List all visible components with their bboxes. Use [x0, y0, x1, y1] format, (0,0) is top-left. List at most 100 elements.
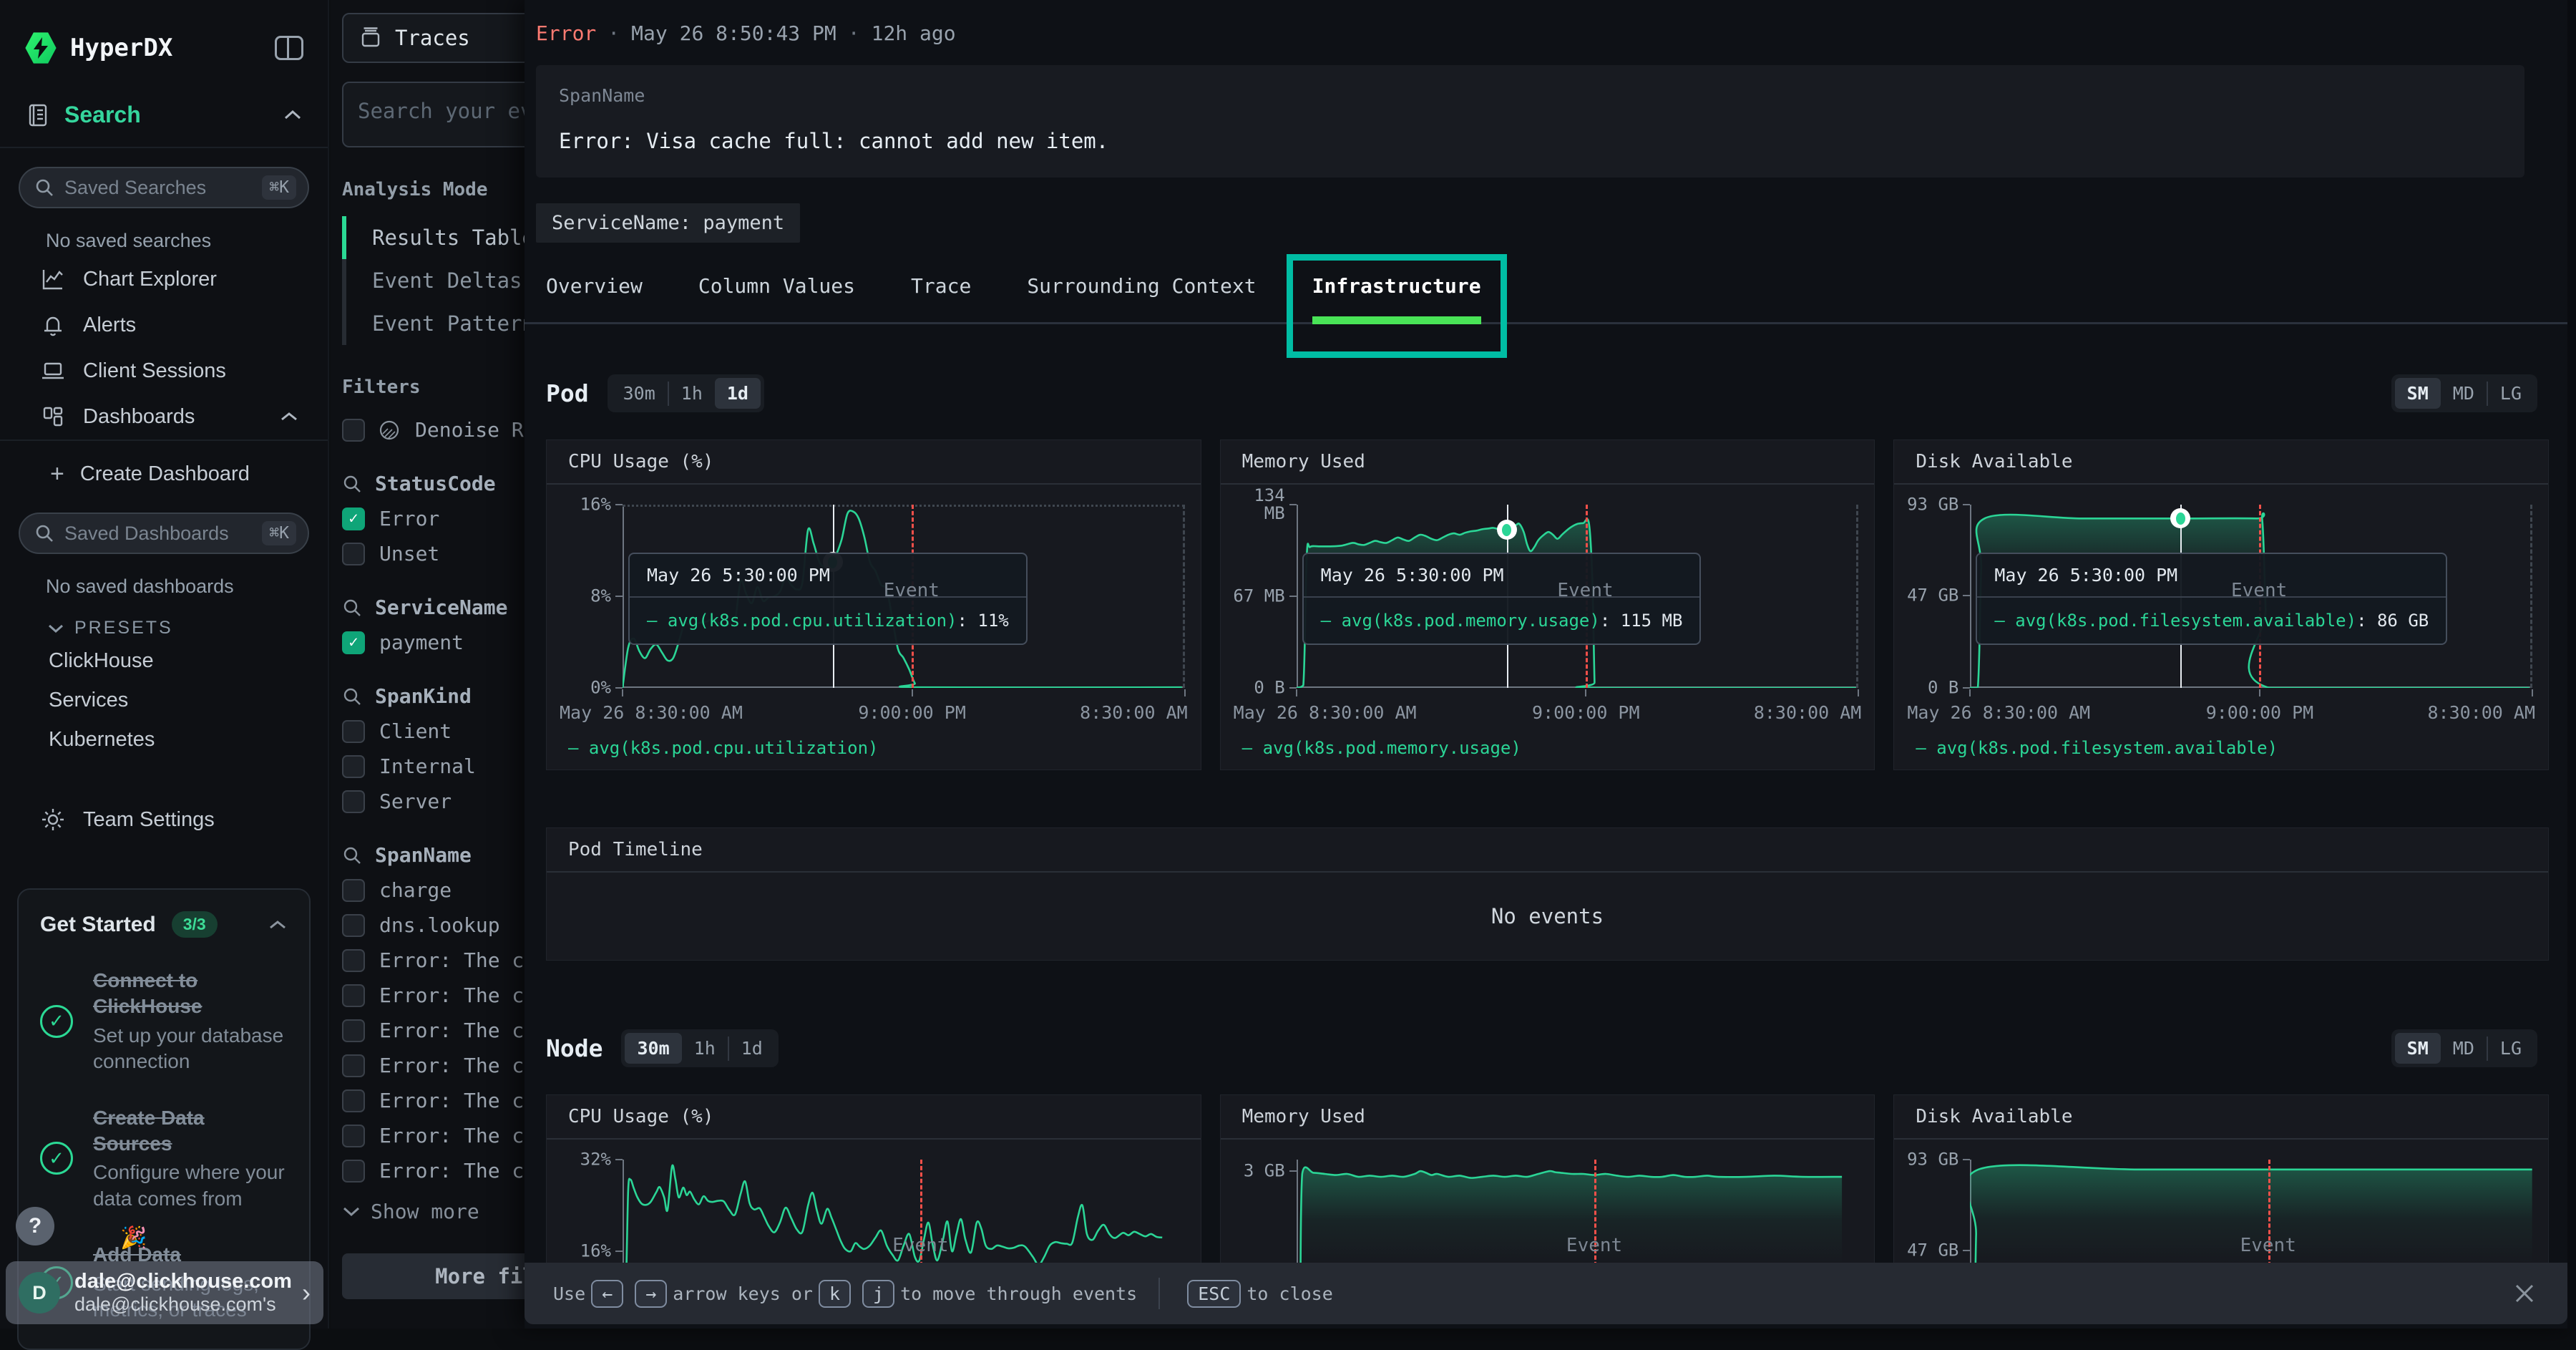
- sidebar-item-alerts[interactable]: Alerts: [0, 302, 328, 348]
- facet-value-row[interactable]: ✓Error: [342, 507, 525, 530]
- checkbox[interactable]: [342, 419, 365, 442]
- tab-surrounding-context[interactable]: Surrounding Context: [1027, 274, 1256, 322]
- facet-value-row[interactable]: Error: The cr: [342, 1159, 525, 1183]
- facet-value-row[interactable]: Error: The cr: [342, 984, 525, 1007]
- node-range-30m[interactable]: 30m: [625, 1033, 681, 1064]
- sidebar-item-preset[interactable]: ClickHouse: [0, 641, 328, 681]
- scrollbar[interactable]: [2567, 0, 2576, 1329]
- checkbox[interactable]: [342, 949, 365, 972]
- checkbox[interactable]: [342, 755, 365, 778]
- facet-value-row[interactable]: Error: The cr: [342, 1019, 525, 1042]
- tab-infrastructure[interactable]: Infrastructure: [1312, 274, 1481, 322]
- x-tick-label: May 26 8:30:00 AM: [1907, 702, 2090, 723]
- node-size-sm[interactable]: SM: [2395, 1033, 2441, 1064]
- analysis-mode-option[interactable]: Event Deltas: [346, 259, 525, 302]
- checkbox[interactable]: [342, 1125, 365, 1147]
- checkbox[interactable]: [342, 879, 365, 902]
- sidebar-item-client-sessions[interactable]: Client Sessions: [0, 348, 328, 394]
- tab-column-values[interactable]: Column Values: [698, 274, 855, 322]
- show-more-button[interactable]: Show more: [342, 1200, 525, 1223]
- tooltip-series-value: : 11%: [957, 611, 1008, 631]
- sidebar-item-preset[interactable]: Services: [0, 681, 328, 720]
- help-button[interactable]: ?: [16, 1207, 54, 1245]
- k-key[interactable]: k: [819, 1280, 851, 1308]
- more-filters-button[interactable]: More fil: [342, 1253, 525, 1299]
- node-size-toggle: SMMDLG: [2391, 1029, 2537, 1067]
- chevron-up-icon[interactable]: [282, 109, 303, 122]
- y-tick-mark: [1289, 504, 1297, 505]
- close-icon[interactable]: [2510, 1279, 2539, 1308]
- saved-dashboards-input[interactable]: Saved Dashboards ⌘K: [19, 513, 309, 554]
- chart-explorer-icon: [40, 266, 66, 292]
- chevron-up-icon[interactable]: [279, 411, 299, 422]
- checkbox[interactable]: [342, 543, 365, 565]
- facet-value-row[interactable]: Error: The cr: [342, 948, 525, 972]
- search-icon: [342, 845, 362, 865]
- tab-overview[interactable]: Overview: [546, 274, 643, 322]
- facet-value-row[interactable]: dns.lookup: [342, 913, 525, 937]
- chart-card-disk-available: Disk Available93 GB47 GB0 BMay 26 5:30:0…: [1893, 440, 2549, 770]
- event-search-input[interactable]: Search your ev: [342, 82, 525, 147]
- facet-value-row[interactable]: Server: [342, 790, 525, 813]
- get-started-item[interactable]: ✓Connect to ClickHouseSet up your databa…: [40, 968, 288, 1075]
- node-range-1d[interactable]: 1d: [729, 1033, 775, 1064]
- node-size-md[interactable]: MD: [2441, 1033, 2487, 1064]
- y-tick-label: 0 B: [1228, 679, 1285, 696]
- service-name-chip[interactable]: ServiceName: payment: [536, 203, 800, 243]
- chart-body: 93 GB47 GBEvent: [1894, 1140, 2548, 1263]
- arrow-right-key[interactable]: →: [635, 1280, 667, 1308]
- presets-toggle[interactable]: PRESETS: [47, 618, 328, 638]
- y-tick-mark: [1963, 595, 1970, 596]
- get-started-item-title: Connect to ClickHouse: [93, 968, 288, 1020]
- sidebar-item-search[interactable]: Search: [0, 64, 328, 147]
- facet-value-row[interactable]: Unset: [342, 542, 525, 565]
- checkbox[interactable]: [342, 790, 365, 813]
- facet-value-row[interactable]: Error: The cr: [342, 1089, 525, 1112]
- j-key[interactable]: j: [862, 1280, 894, 1308]
- checkbox[interactable]: [342, 914, 365, 937]
- pod-range-1d[interactable]: 1d: [715, 378, 761, 409]
- node-range-1h[interactable]: 1h: [682, 1033, 728, 1064]
- legend-dash: —: [647, 611, 668, 631]
- y-axis-labels: 93 GB47 GB: [1904, 1160, 1961, 1263]
- sidebar-item-team-settings[interactable]: Team Settings: [0, 797, 328, 842]
- chevron-up-icon[interactable]: [268, 919, 288, 931]
- create-dashboard-button[interactable]: + Create Dashboard: [0, 454, 328, 494]
- collapse-sidebar-icon[interactable]: [275, 36, 303, 60]
- facet-value-row[interactable]: Error: The cr: [342, 1124, 525, 1147]
- saved-searches-input[interactable]: Saved Searches ⌘K: [19, 167, 309, 208]
- analysis-mode-option[interactable]: Event Patterns: [346, 302, 525, 345]
- facet-value-row[interactable]: Client: [342, 719, 525, 743]
- party-icon[interactable]: 🎉: [120, 1225, 147, 1251]
- get-started-item[interactable]: ✓Create Data SourcesConfigure where your…: [40, 1105, 288, 1213]
- facet-value-row[interactable]: Internal: [342, 754, 525, 778]
- facet-value-row[interactable]: Error: The cr: [342, 1054, 525, 1077]
- checkbox[interactable]: [342, 720, 365, 743]
- sidebar-item-dashboards[interactable]: Dashboards: [0, 394, 328, 440]
- checkbox[interactable]: [342, 1160, 365, 1183]
- facet-value-row[interactable]: ✓payment: [342, 631, 525, 654]
- tab-trace[interactable]: Trace: [911, 274, 971, 322]
- checkbox[interactable]: [342, 1019, 365, 1042]
- checkbox[interactable]: [342, 984, 365, 1007]
- denoise-toggle[interactable]: Denoise Re: [342, 418, 525, 442]
- analysis-mode-option[interactable]: Results Table: [346, 216, 525, 259]
- node-size-lg[interactable]: LG: [2488, 1033, 2534, 1064]
- checkbox[interactable]: ✓: [342, 508, 365, 530]
- pod-size-lg[interactable]: LG: [2488, 378, 2534, 409]
- user-profile-chip[interactable]: D dale@clickhouse.com dale@clickhouse.co…: [6, 1261, 323, 1324]
- pod-range-30m[interactable]: 30m: [611, 378, 668, 409]
- facets: StatusCode✓ErrorUnsetServiceName✓payment…: [342, 472, 525, 1183]
- checkbox[interactable]: [342, 1089, 365, 1112]
- checkbox[interactable]: ✓: [342, 631, 365, 654]
- arrow-left-key[interactable]: ←: [591, 1280, 623, 1308]
- source-select[interactable]: Traces: [342, 13, 525, 63]
- sidebar-item-chart-explorer[interactable]: Chart Explorer: [0, 256, 328, 302]
- checkbox[interactable]: [342, 1054, 365, 1077]
- pod-range-1h[interactable]: 1h: [669, 378, 715, 409]
- pod-size-md[interactable]: MD: [2441, 378, 2487, 409]
- sidebar-item-preset[interactable]: Kubernetes: [0, 720, 328, 759]
- pod-size-sm[interactable]: SM: [2395, 378, 2441, 409]
- esc-key[interactable]: ESC: [1187, 1280, 1241, 1308]
- facet-value-row[interactable]: charge: [342, 878, 525, 902]
